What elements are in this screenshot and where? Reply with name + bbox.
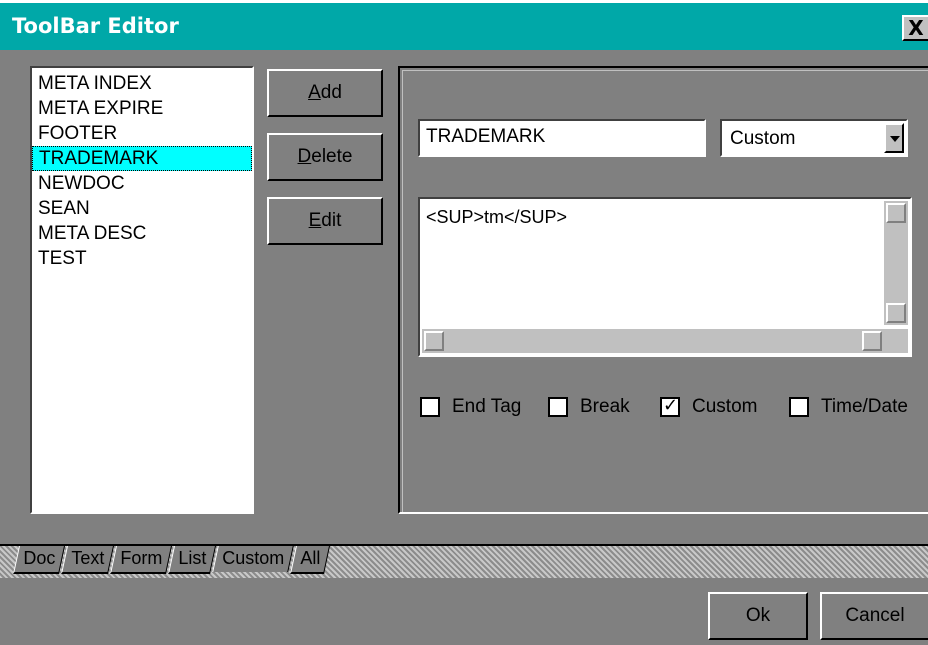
category-tabstrip: Doc Text Form List Custom All bbox=[0, 544, 928, 578]
scrollbar-corner bbox=[884, 329, 908, 353]
end-tag-label: End Tag bbox=[452, 396, 522, 417]
tab-form-label: Form bbox=[120, 548, 163, 568]
ok-button[interactable]: Ok bbox=[708, 592, 808, 640]
edit-button[interactable]: Edit bbox=[267, 197, 383, 245]
list-item[interactable]: TEST bbox=[32, 246, 252, 271]
time-date-checkbox[interactable] bbox=[789, 397, 809, 417]
cancel-button[interactable]: Cancel bbox=[820, 592, 928, 640]
tab-custom[interactable]: Custom bbox=[212, 546, 294, 572]
toolbar-items-list[interactable]: META INDEX META EXPIRE FOOTER TRADEMARK … bbox=[30, 66, 254, 514]
ok-button-label: Ok bbox=[745, 605, 771, 626]
tag-type-value: Custom bbox=[730, 128, 796, 149]
scroll-down-button[interactable] bbox=[886, 303, 906, 323]
delete-button[interactable]: Delete bbox=[267, 133, 383, 181]
window-title: ToolBar Editor bbox=[12, 14, 179, 38]
add-button[interactable]: Add bbox=[267, 69, 383, 117]
scroll-up-button[interactable] bbox=[886, 203, 906, 223]
vertical-scrollbar[interactable] bbox=[884, 201, 908, 325]
break-label: Break bbox=[580, 396, 630, 417]
end-tag-checkbox[interactable] bbox=[420, 397, 440, 417]
custom-checkbox[interactable] bbox=[660, 395, 680, 417]
tag-type-select[interactable]: Custom bbox=[720, 119, 908, 157]
tab-form[interactable]: Form bbox=[110, 546, 173, 574]
edit-button-label: Edit bbox=[308, 210, 342, 231]
break-checkbox[interactable] bbox=[548, 397, 568, 417]
tag-code-text: <SUP>tm</SUP> bbox=[426, 207, 568, 227]
break-option[interactable]: Break bbox=[548, 393, 630, 421]
list-item-selected[interactable]: TRADEMARK bbox=[32, 146, 252, 171]
tab-all-label: All bbox=[300, 548, 321, 568]
tab-list[interactable]: List bbox=[168, 546, 217, 574]
list-item[interactable]: META EXPIRE bbox=[32, 96, 252, 121]
title-bar[interactable]: ToolBar Editor X bbox=[0, 0, 928, 50]
close-button[interactable]: X bbox=[902, 15, 928, 41]
tag-code-textarea[interactable]: <SUP>tm</SUP> bbox=[418, 197, 912, 357]
add-button-label: Add bbox=[308, 82, 342, 103]
tab-text-label: Text bbox=[71, 548, 105, 568]
delete-button-label: Delete bbox=[297, 146, 353, 167]
end-tag-option[interactable]: End Tag bbox=[420, 393, 521, 421]
custom-label: Custom bbox=[692, 396, 758, 417]
tab-doc-label: Doc bbox=[23, 548, 56, 568]
tab-all[interactable]: All bbox=[290, 546, 331, 574]
list-item[interactable]: META INDEX bbox=[32, 71, 252, 96]
list-item[interactable]: FOOTER bbox=[32, 121, 252, 146]
tab-custom-label: Custom bbox=[222, 548, 285, 568]
custom-option[interactable]: Custom bbox=[660, 393, 757, 421]
time-date-label: Time/Date bbox=[821, 396, 908, 417]
tab-text[interactable]: Text bbox=[61, 546, 115, 574]
horizontal-scrollbar[interactable] bbox=[422, 329, 884, 353]
scroll-right-button[interactable] bbox=[862, 331, 882, 351]
chevron-down-icon[interactable] bbox=[884, 123, 904, 153]
list-item[interactable]: META DESC bbox=[32, 221, 252, 246]
time-date-option[interactable]: Time/Date bbox=[789, 393, 908, 421]
list-item[interactable]: NEWDOC bbox=[32, 171, 252, 196]
list-item[interactable]: SEAN bbox=[32, 196, 252, 221]
tab-list-label: List bbox=[178, 548, 207, 568]
scroll-left-button[interactable] bbox=[424, 331, 444, 351]
cancel-button-label: Cancel bbox=[845, 605, 905, 626]
tag-name-input[interactable]: TRADEMARK bbox=[418, 119, 706, 157]
tab-doc[interactable]: Doc bbox=[13, 546, 65, 574]
